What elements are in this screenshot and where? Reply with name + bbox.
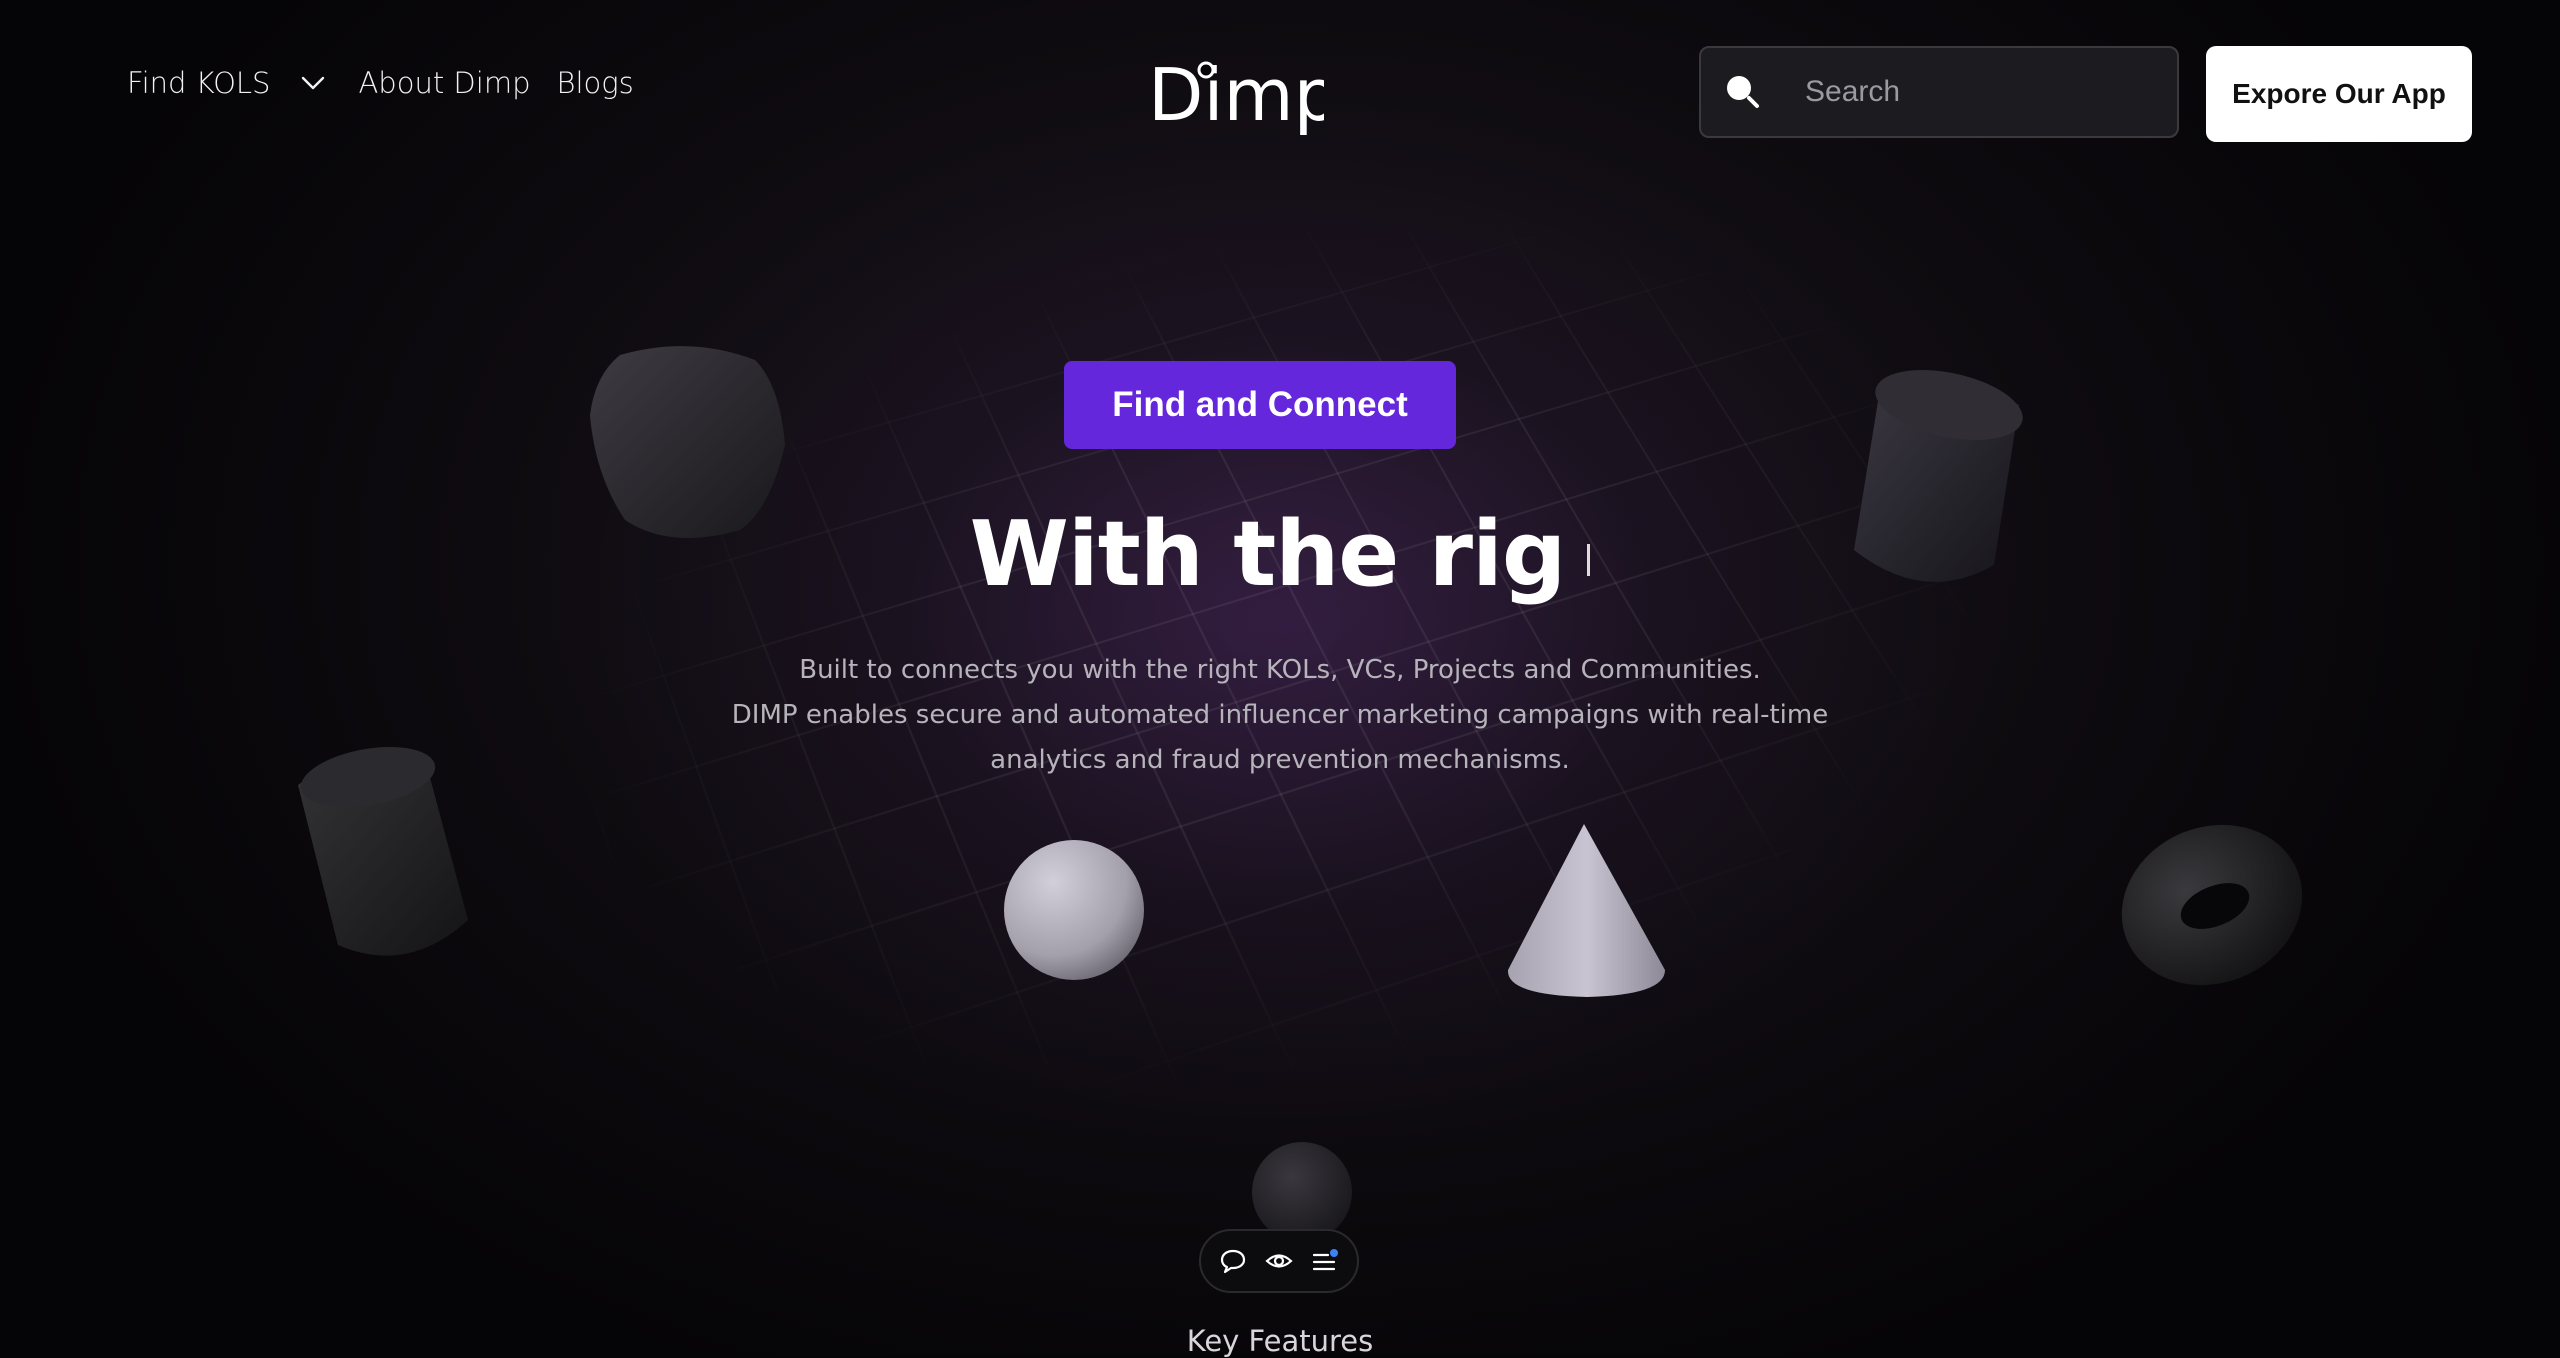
- sphere-shape: [1000, 838, 1150, 983]
- cone-shape: [1500, 820, 1675, 1000]
- nav-blogs[interactable]: Blogs: [556, 66, 633, 100]
- logo-text: Dimp: [1148, 58, 1324, 137]
- search-input[interactable]: [1803, 74, 2127, 110]
- nav-find-kols[interactable]: Find KOLS: [127, 66, 270, 100]
- typing-caret: [1587, 544, 1590, 576]
- search-box[interactable]: [1699, 46, 2179, 138]
- floating-toolbar: [1199, 1229, 1359, 1293]
- description-line: DIMP enables secure and automated influe…: [600, 693, 1960, 738]
- hero-description: Built to connects you with the right KOL…: [600, 648, 1960, 783]
- torus-shape: [2115, 818, 2310, 993]
- section-title-key-features: Key Features: [0, 1324, 2560, 1358]
- notification-dot-icon: [1330, 1249, 1338, 1257]
- main-nav: Find KOLS About Dimp Blogs: [127, 66, 634, 100]
- find-and-connect-button[interactable]: Find and Connect: [1064, 361, 1456, 449]
- nav-about-dimp[interactable]: About Dimp: [358, 66, 530, 100]
- description-line: Built to connects you with the right KOL…: [600, 648, 1960, 693]
- eye-icon[interactable]: [1263, 1245, 1295, 1277]
- explore-app-button[interactable]: Expore Our App: [2206, 46, 2472, 142]
- small-sphere-shape: [1248, 1140, 1356, 1240]
- search-icon: [1723, 72, 1763, 112]
- description-line: analytics and fraud prevention mechanism…: [600, 738, 1960, 783]
- headline-text: With the rig: [970, 502, 1566, 607]
- cylinder-shape: [1844, 365, 2034, 600]
- dimp-logo[interactable]: Dimp: [1148, 58, 1324, 144]
- cube-shape: [580, 335, 800, 545]
- hero-headline: With the rig: [0, 502, 2560, 607]
- cylinder-shape-dark: [288, 745, 478, 970]
- menu-list-icon[interactable]: [1309, 1245, 1341, 1277]
- chat-bubble-icon[interactable]: [1217, 1245, 1249, 1277]
- chevron-down-icon[interactable]: [298, 68, 328, 98]
